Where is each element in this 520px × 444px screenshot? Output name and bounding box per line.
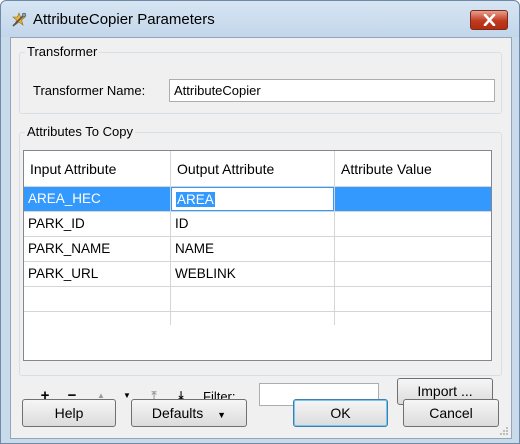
dropdown-arrow-icon: ▼ [217,410,227,420]
ok-button[interactable]: OK [293,399,388,427]
table-row[interactable]: AREA_HEC AREA [24,187,491,212]
cell-input-attribute[interactable]: PARK_ID [24,212,170,236]
table-header: Input Attribute Output Attribute Attribu… [24,151,491,187]
transformer-name-field[interactable]: AttributeCopier [169,79,495,102]
defaults-button[interactable]: Defaults ▼ [131,399,247,427]
cell-output-attribute[interactable] [171,287,334,311]
dialog-window: AttributeCopier Parameters Transformer T… [0,0,520,444]
dialog-body: Transformer Transformer Name: AttributeC… [10,37,512,439]
cell-output-attribute-editor[interactable]: AREA [171,187,334,211]
close-button[interactable] [470,10,508,30]
cell-attribute-value[interactable] [335,287,491,311]
table-row[interactable] [24,287,491,312]
transformer-group-title: Transformer [25,44,100,59]
defaults-button-label: Defaults [151,405,204,421]
cell-attribute-value[interactable] [335,237,491,261]
cell-attribute-value[interactable] [335,187,491,211]
attributes-table: Input Attribute Output Attribute Attribu… [23,150,492,361]
table-row[interactable]: PARK_URL WEBLINK [24,262,491,287]
window-title: AttributeCopier Parameters [33,11,215,28]
resize-grip-icon[interactable] [499,426,509,436]
help-button[interactable]: Help [22,399,116,427]
close-icon [483,14,496,26]
cell-attribute-value[interactable] [335,262,491,286]
cell-output-attribute[interactable]: NAME [171,237,334,261]
cell-input-attribute[interactable]: PARK_URL [24,262,170,286]
output-attribute-edit-text: AREA [176,192,215,207]
cell-output-attribute[interactable]: WEBLINK [171,262,334,286]
table-row[interactable]: PARK_NAME NAME [24,237,491,262]
table-row[interactable]: PARK_ID ID [24,212,491,237]
column-header-input[interactable]: Input Attribute [24,151,170,186]
cell-attribute-value[interactable] [335,212,491,236]
title-bar[interactable]: AttributeCopier Parameters [1,1,519,37]
cell-output-attribute[interactable]: ID [171,212,334,236]
cancel-button[interactable]: Cancel [403,399,499,427]
cell-input-attribute[interactable] [24,287,170,311]
column-header-output[interactable]: Output Attribute [171,151,334,186]
column-header-value[interactable]: Attribute Value [335,151,491,186]
cell-input-attribute[interactable]: AREA_HEC [24,187,170,211]
transformer-name-label: Transformer Name: [33,83,146,98]
attributes-group-title: Attributes To Copy [25,124,135,139]
cell-input-attribute[interactable]: PARK_NAME [24,237,170,261]
transformer-app-icon [12,12,27,27]
